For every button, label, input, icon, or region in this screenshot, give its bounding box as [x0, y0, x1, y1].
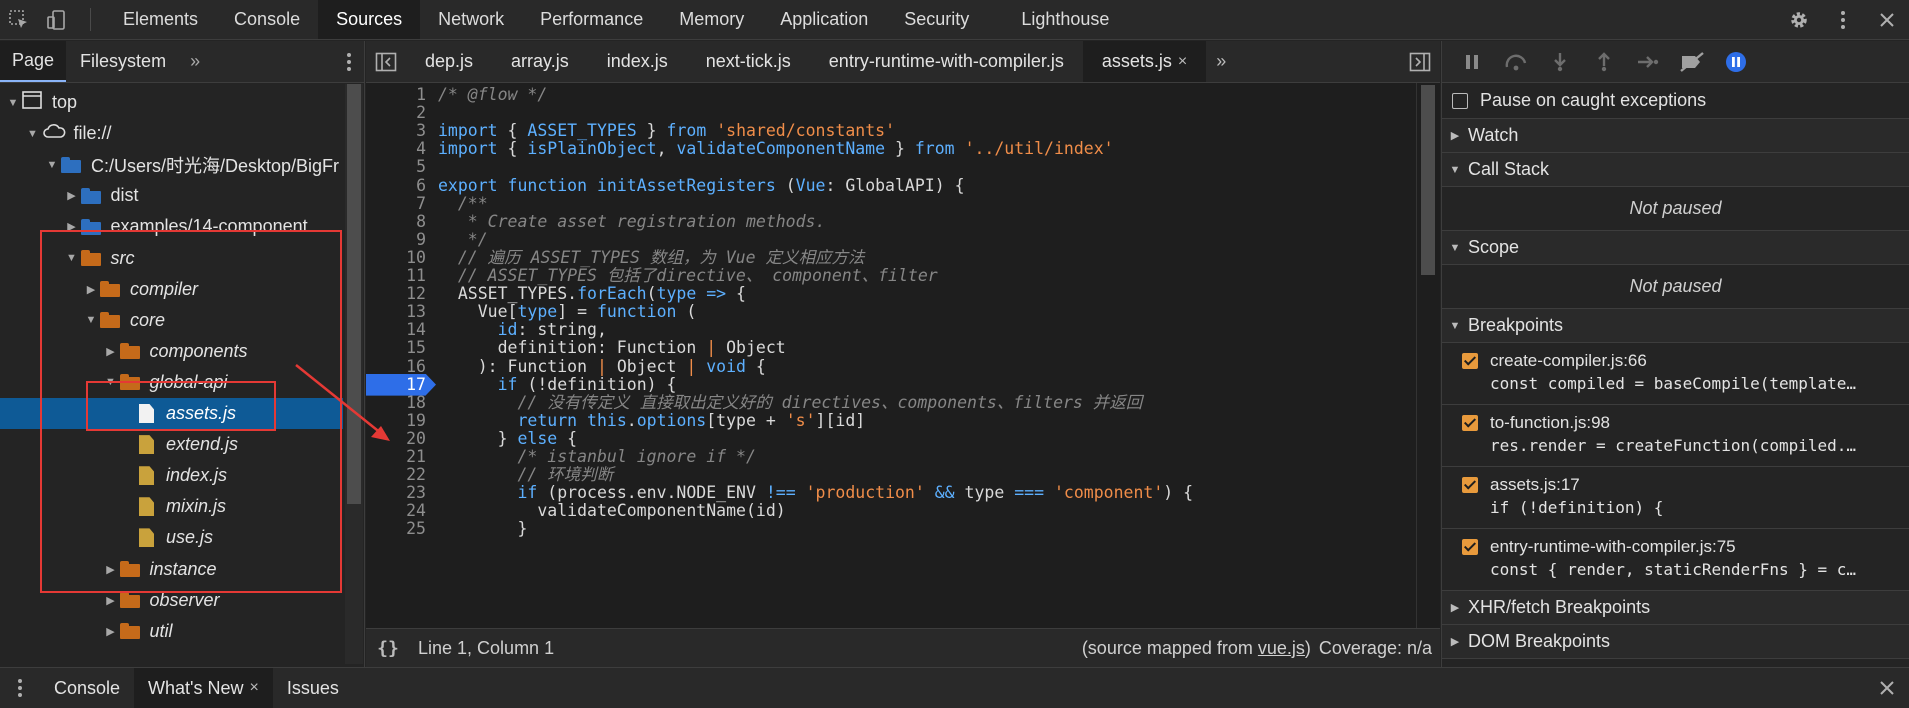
- annotation-arrow: [295, 364, 390, 441]
- line-number[interactable]: 17: [366, 374, 426, 396]
